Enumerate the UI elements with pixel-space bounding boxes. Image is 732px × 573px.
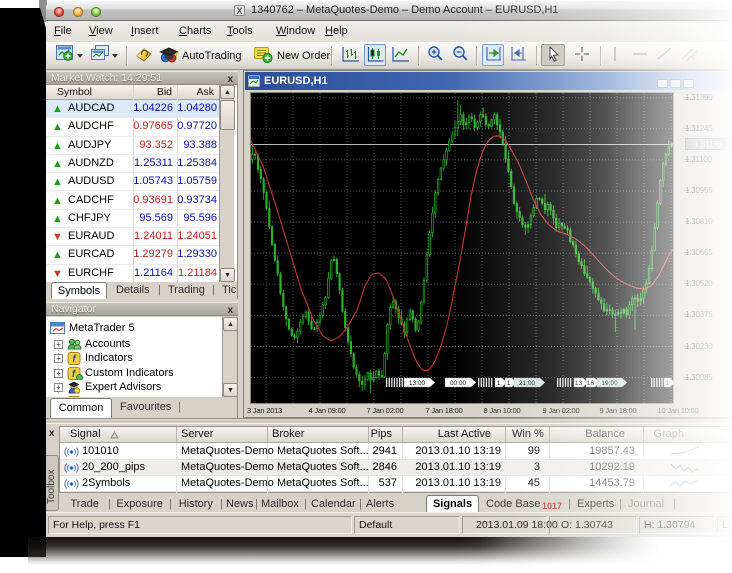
svg-text:21:00: 21:00 [519, 380, 536, 387]
svg-text:16: 16 [587, 380, 595, 387]
svg-text:13: 13 [575, 380, 583, 387]
svg-text:00:00: 00:00 [450, 380, 467, 387]
svg-text:E: E [692, 55, 697, 62]
svg-text:1: 1 [665, 380, 669, 387]
svg-text:1: 1 [497, 380, 501, 387]
svg-text:1: 1 [507, 380, 511, 387]
svg-text:13:00: 13:00 [409, 380, 426, 387]
svg-text:19:00: 19:00 [601, 380, 618, 387]
